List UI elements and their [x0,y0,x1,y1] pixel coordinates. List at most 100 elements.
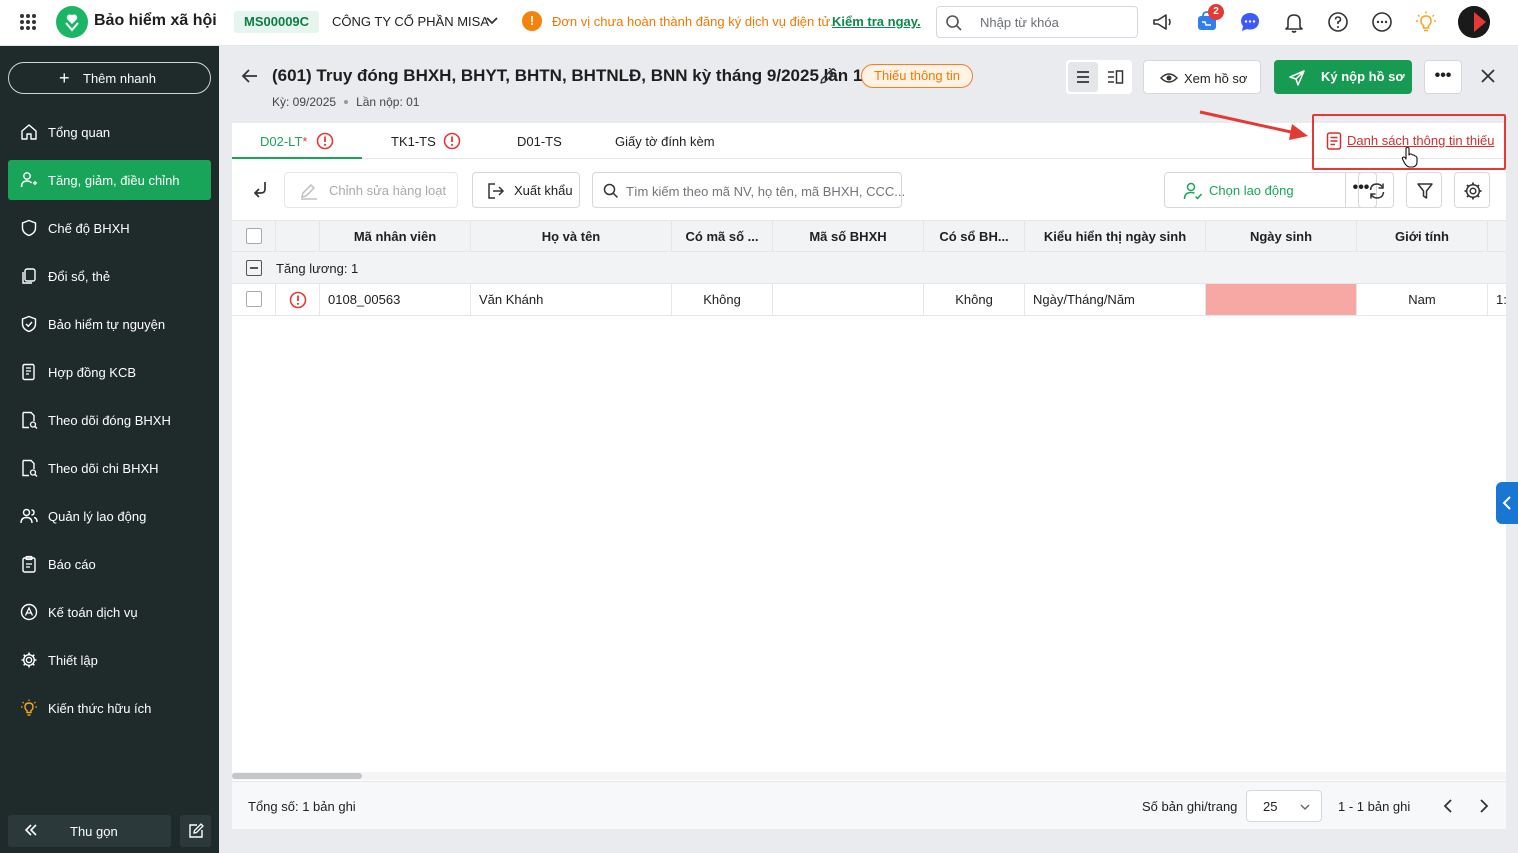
sidebar-item-track-payment[interactable]: Theo dõi đóng BHXH [8,400,211,440]
tab-label: TK1-TS [391,134,436,149]
sidebar: + Thêm nhanh Tổng quan Tăng, giảm, điều … [0,46,219,853]
sign-submit-button[interactable]: Ký nộp hồ sơ [1274,60,1412,94]
help-icon[interactable] [1326,10,1350,34]
sort-arrow-icon[interactable] [250,179,272,201]
sidebar-item-settings[interactable]: Thiết lập [8,640,211,680]
sidebar-item-reports[interactable]: Báo cáo [8,544,211,584]
side-panel-toggle[interactable] [1496,482,1518,524]
bhxh-code-cell[interactable] [773,284,924,315]
select-all-cell [232,221,276,252]
chevron-left-icon[interactable] [1438,796,1458,816]
warning-message: Đơn vị chưa hoàn thành đăng ký dịch vụ đ… [552,14,834,29]
dob-format-cell[interactable]: Ngày/Tháng/Năm [1025,284,1206,315]
edit-title-icon[interactable] [818,68,836,86]
column-header[interactable]: Có mã số ... [672,221,773,252]
more-circle-icon[interactable] [1370,10,1394,34]
select-all-checkbox[interactable] [246,228,262,244]
search-placeholder: Tìm kiếm theo mã NV, họ tên, mã BHXH, CC… [626,184,906,199]
company-code[interactable]: MS00009C [234,11,320,33]
sidebar-item-adjustments[interactable]: Tăng, giảm, điều chỉnh [8,160,211,200]
plus-icon: + [59,68,70,88]
tab-d01-ts[interactable]: D01-TS [482,123,592,159]
sidebar-item-label: Bảo hiểm tự nguyện [48,317,166,332]
check-now-link[interactable]: Kiểm tra ngay. [832,14,921,29]
megaphone-icon[interactable] [1151,10,1175,34]
settings-button[interactable] [1454,172,1490,208]
sidebar-item-overview[interactable]: Tổng quan [8,112,211,152]
sidebar-item-accounting-service[interactable]: Kế toán dịch vụ [8,592,211,632]
scrollbar-thumb[interactable] [232,773,362,779]
total-records: Tổng số: 1 bản ghi [248,799,356,814]
dob-cell[interactable] [1206,284,1357,315]
collapse-group-toggle[interactable] [246,260,262,276]
split-view-icon[interactable] [1106,68,1124,86]
gear-icon [21,652,37,668]
sidebar-item-track-spending[interactable]: Theo dõi chi BHXH [8,448,211,488]
has-book-cell[interactable]: Không [924,284,1025,315]
column-header[interactable]: Giới tính [1357,221,1488,252]
employee-id-cell[interactable]: 0108_00563 [320,284,471,315]
lightbulb-icon[interactable] [1414,10,1438,34]
filter-button[interactable] [1406,172,1442,208]
refresh-button[interactable] [1358,172,1394,208]
collapse-sidebar-button[interactable]: Thu gọn [8,815,171,847]
column-header[interactable]: Họ và tên [471,221,672,252]
sidebar-item-label: Quản lý lao động [48,509,147,524]
page-title: (601) Truy đóng BHXH, BHYT, BHTN, BHTNLĐ… [272,66,863,85]
app-grid-icon[interactable] [18,12,38,32]
sign-submit-label: Ký nộp hồ sơ [1321,69,1405,84]
error-icon[interactable] [289,291,307,309]
global-search-input[interactable]: Nhập từ khóa [936,6,1138,38]
employee-search-input[interactable]: Tìm kiếm theo mã NV, họ tên, mã BHXH, CC… [592,172,906,208]
sidebar-item-labor-management[interactable]: Quản lý lao động [8,496,211,536]
home-icon [21,124,37,140]
quick-add-button[interactable]: + Thêm nhanh [8,62,211,94]
bell-icon[interactable] [1282,10,1306,34]
column-header[interactable]: Ngày sinh [1206,221,1357,252]
column-header[interactable]: Kiểu hiển thị ngày sinh [1025,221,1206,252]
warning-icon: ! [522,11,542,31]
chevron-right-icon[interactable] [1474,796,1494,816]
column-header[interactable]: Mã số BHXH [773,221,924,252]
back-arrow-icon[interactable] [240,66,260,86]
gender-cell[interactable]: Nam [1357,284,1488,315]
has-code-cell[interactable]: Không [672,284,773,315]
per-page-select[interactable]: 25 [1246,790,1322,822]
company-name[interactable]: CÔNG TY CỔ PHẦN MISA [332,14,489,29]
full-name-cell[interactable]: Văn Khánh [471,284,672,315]
table-row[interactable]: 0108_00563 Văn Khánh Không Không Ngày/Th… [232,284,1506,316]
chevron-down-icon [1300,804,1310,810]
sidebar-item-useful-knowledge[interactable]: Kiến thức hữu ích [8,688,211,728]
content-panel: D02-LT* TK1-TS D01-TS Giấy tờ đính kèm D… [232,123,1506,829]
column-header[interactable]: Có sổ BH... [924,221,1025,252]
edit-menu-button[interactable] [180,815,211,847]
tab-d02-lt[interactable]: D02-LT* [232,123,362,159]
tab-attachments[interactable]: Giấy tờ đính kèm [592,123,732,159]
tab-label: Giấy tờ đính kèm [615,134,715,149]
choose-employee-button[interactable]: Chọn lao động [1164,172,1346,208]
export-button[interactable]: Xuất khẩu [472,172,580,208]
refresh-icon [1369,183,1385,199]
more-actions-button[interactable]: ••• [1424,60,1462,94]
clipboard-icon [22,555,36,573]
gear-icon [1464,182,1482,200]
close-icon[interactable] [1478,66,1498,86]
sidebar-item-kcb-contract[interactable]: Hợp đồng KCB [8,352,211,392]
send-icon [1289,70,1305,86]
column-header[interactable]: Mã nhân viên [320,221,471,252]
app-title: Bảo hiểm xã hội [94,12,217,29]
sidebar-item-bhxh-regime[interactable]: Chế độ BHXH [8,208,211,248]
bulk-edit-button[interactable]: Chỉnh sửa hàng loạt [284,172,458,208]
row-checkbox[interactable] [246,291,262,307]
sidebar-item-voluntary-insurance[interactable]: Bảo hiểm tự nguyện [8,304,211,344]
filter-icon [1417,183,1433,199]
chevron-down-icon[interactable] [484,12,500,28]
horizontal-scrollbar[interactable] [232,772,1506,780]
avatar[interactable] [1458,6,1490,38]
bulk-edit-label: Chỉnh sửa hàng loạt [329,183,447,198]
view-dossier-button[interactable]: Xem hồ sơ [1143,60,1261,94]
sidebar-item-change-book[interactable]: Đổi sổ, thẻ [8,256,211,296]
table-header: Mã nhân viên Họ và tên Có mã số ... Mã s… [232,220,1506,252]
chat-icon[interactable] [1238,10,1262,34]
tab-tk1-ts[interactable]: TK1-TS [362,123,482,159]
